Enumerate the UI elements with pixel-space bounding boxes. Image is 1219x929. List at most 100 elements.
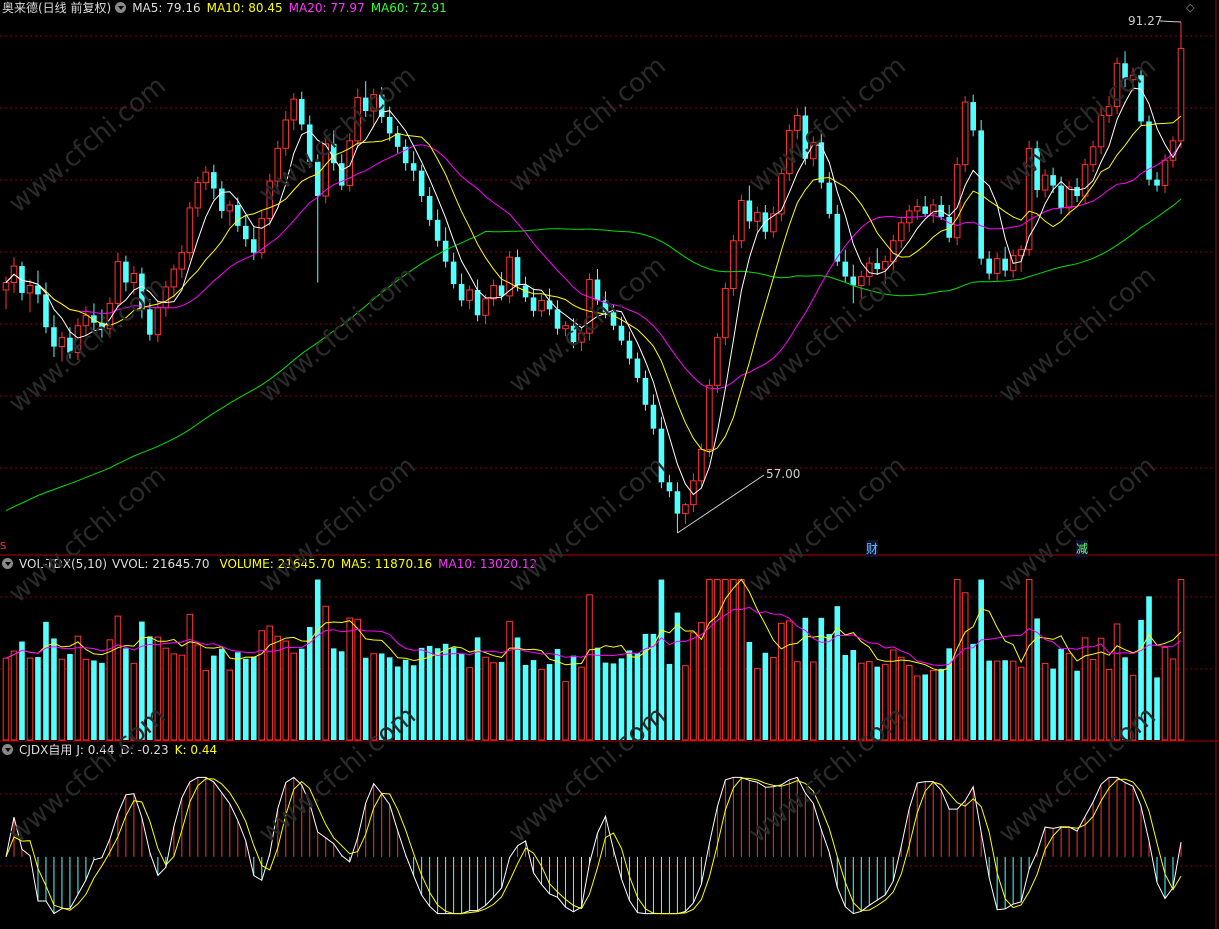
candle-body bbox=[698, 448, 705, 482]
candle-body bbox=[290, 98, 298, 121]
volume-bar bbox=[402, 659, 409, 740]
candle-body bbox=[993, 258, 1001, 275]
candle-body bbox=[250, 239, 257, 253]
stock-chart[interactable]: 奥来德(日线 前复权) MA5: 79.16 MA10: 80.45 MA20: 77… bbox=[0, 0, 1219, 929]
candle-body bbox=[818, 142, 825, 183]
event-mark-cai[interactable]: 财 bbox=[866, 540, 879, 557]
candle-body bbox=[970, 102, 976, 131]
candle-body bbox=[794, 114, 801, 131]
candle-body bbox=[770, 213, 777, 233]
candle-body bbox=[674, 491, 681, 514]
candle-body bbox=[610, 312, 617, 326]
volume-bar bbox=[498, 661, 505, 740]
ma10-label: MA10: 80.45 bbox=[206, 1, 283, 15]
chevron-down-icon[interactable] bbox=[115, 2, 127, 13]
candle-body bbox=[626, 340, 633, 359]
volume-bar bbox=[1034, 618, 1040, 740]
volume-bar bbox=[826, 634, 833, 740]
candle-body bbox=[946, 216, 952, 238]
volume-bar bbox=[570, 655, 577, 740]
volume-bar bbox=[810, 661, 817, 741]
volume-bar bbox=[410, 665, 417, 740]
volume-bar bbox=[1002, 660, 1008, 740]
candle-body bbox=[194, 182, 202, 209]
volume-bar bbox=[1065, 653, 1073, 741]
volume-bar bbox=[857, 662, 865, 741]
volume-bar bbox=[626, 650, 633, 740]
volume-bar bbox=[993, 660, 1001, 741]
candle-body bbox=[1097, 114, 1105, 148]
candle-body bbox=[298, 99, 305, 125]
candle-body bbox=[434, 219, 441, 241]
volume-bar bbox=[82, 658, 90, 741]
volume-bar bbox=[426, 645, 433, 740]
candle-body bbox=[642, 377, 649, 405]
volume-bar bbox=[434, 648, 441, 740]
volume-bar bbox=[562, 681, 569, 741]
volume-bar bbox=[43, 621, 49, 740]
volume-bar bbox=[35, 657, 41, 740]
volume-bar bbox=[514, 637, 521, 740]
main-title: 奥来德(日线 前复权) bbox=[2, 1, 112, 15]
candle-body bbox=[490, 284, 497, 300]
candle-body bbox=[123, 261, 129, 283]
volume-bar bbox=[1146, 596, 1152, 740]
volume-bar bbox=[929, 670, 937, 741]
volume-bar bbox=[658, 579, 665, 740]
candle-body bbox=[74, 325, 82, 354]
volume-bar bbox=[602, 662, 609, 740]
candle-body bbox=[929, 204, 937, 215]
candle-body bbox=[594, 279, 601, 301]
candle-body bbox=[410, 163, 417, 171]
volume-bar bbox=[2, 657, 10, 741]
volume-bar bbox=[194, 644, 202, 741]
chevron-down-icon[interactable] bbox=[2, 558, 13, 569]
candle-body bbox=[826, 182, 833, 214]
candle-body bbox=[714, 337, 721, 386]
ma60-label: MA60: 72.91 bbox=[370, 1, 447, 15]
volume-bar bbox=[178, 654, 186, 741]
candle-body bbox=[1041, 174, 1049, 191]
volume-bar bbox=[1074, 670, 1080, 740]
volume-bar bbox=[354, 618, 361, 741]
candle-body bbox=[658, 428, 665, 483]
candle-body bbox=[242, 225, 249, 240]
candle-body bbox=[170, 268, 178, 288]
candle-body bbox=[850, 276, 857, 286]
candle-body bbox=[1105, 106, 1113, 116]
volume-bar bbox=[1009, 660, 1017, 741]
volume-bar bbox=[74, 635, 82, 741]
volume-bar bbox=[1177, 579, 1185, 741]
volume-bar bbox=[51, 638, 57, 740]
chevron-down-icon[interactable] bbox=[2, 744, 13, 755]
volume-bar bbox=[226, 669, 234, 741]
candle-body bbox=[666, 482, 673, 492]
diamond-icon[interactable]: ◇ bbox=[1186, 1, 1194, 14]
volume-bar bbox=[67, 653, 73, 740]
candle-body bbox=[306, 124, 313, 162]
volume-bar bbox=[586, 594, 593, 741]
candle-body bbox=[1058, 185, 1064, 208]
candle-body bbox=[282, 119, 290, 149]
high-price-label: 91.27 bbox=[1128, 14, 1163, 28]
volume-bar bbox=[746, 641, 753, 740]
volume-bar bbox=[786, 620, 793, 741]
candle-body bbox=[474, 289, 481, 316]
vol-ma5-label: MA5: 11870.16 bbox=[340, 557, 433, 571]
candle-body bbox=[458, 283, 465, 301]
event-mark-jian[interactable]: 减 bbox=[1076, 540, 1089, 557]
candle-body bbox=[130, 273, 138, 283]
candle-body bbox=[754, 211, 761, 222]
volume-bar bbox=[250, 656, 257, 740]
volume-bar bbox=[1097, 637, 1105, 741]
candle-body bbox=[562, 325, 569, 330]
volume-bar bbox=[714, 579, 721, 741]
volume-bar bbox=[770, 657, 777, 741]
candle-body bbox=[746, 200, 753, 222]
candle-body bbox=[139, 273, 145, 310]
chart-canvas[interactable] bbox=[0, 0, 1219, 929]
candle-body bbox=[1138, 75, 1144, 122]
candle-body bbox=[682, 504, 689, 515]
volume-bar bbox=[219, 648, 225, 740]
volume-bar bbox=[1089, 659, 1097, 741]
